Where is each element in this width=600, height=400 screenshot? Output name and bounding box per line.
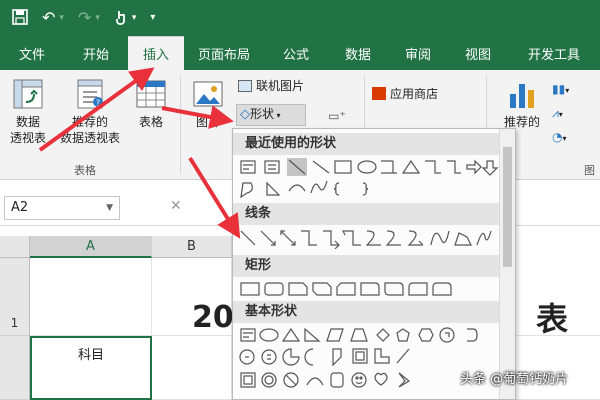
annotation-arrows bbox=[38, 67, 241, 239]
arrow-to-shapes bbox=[161, 105, 234, 129]
arrow-to-line-shape bbox=[188, 156, 241, 239]
watermark-text: 头条 @葡萄钙奶片 bbox=[460, 372, 569, 387]
arrow-to-insert-tab bbox=[38, 67, 155, 152]
